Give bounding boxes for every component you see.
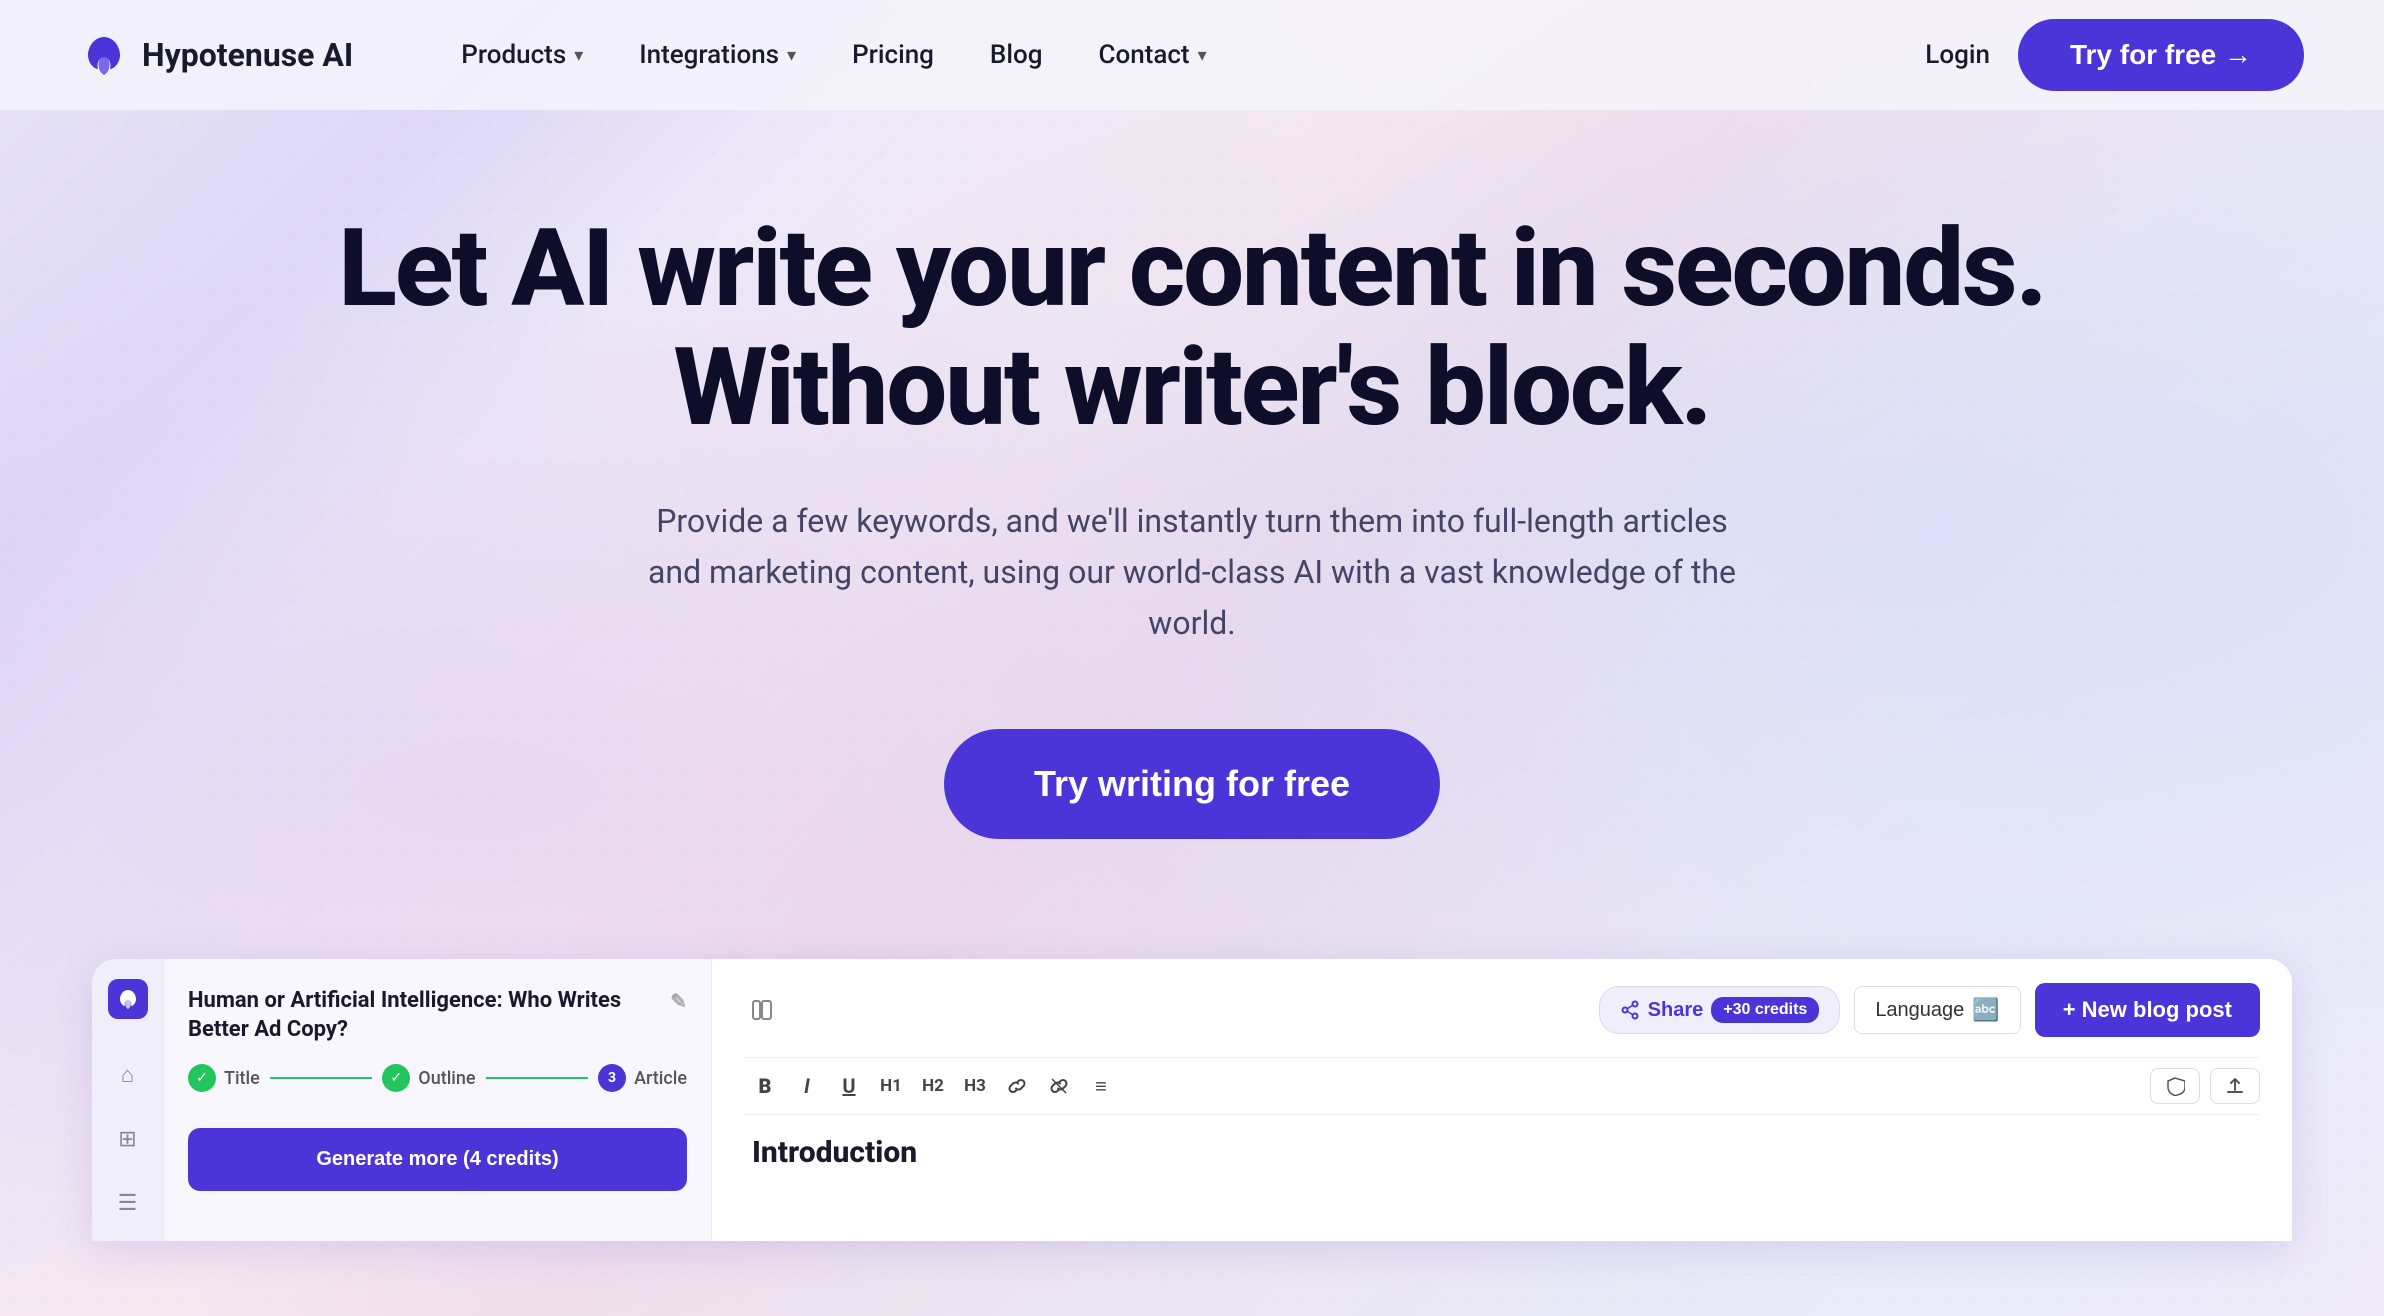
doc-title-area: Human or Artificial Intelligence: Who Wr…: [188, 987, 687, 1044]
nav-item-contact[interactable]: Contact ▾: [1070, 32, 1234, 78]
hero-subtitle: Provide a few keywords, and we'll instan…: [642, 496, 1742, 650]
logo-icon: [80, 31, 128, 79]
sidebar: ⌂ ⊞ ☰: [92, 959, 164, 1241]
h1-button[interactable]: H1: [870, 1068, 912, 1104]
unlink-button[interactable]: [1038, 1068, 1080, 1104]
edit-icon[interactable]: ✎: [670, 989, 687, 1013]
new-blog-post-button[interactable]: + New blog post: [2035, 983, 2260, 1037]
editor-format-bar: B I U H1 H2 H3: [744, 1057, 2260, 1115]
step-article-label: Article: [634, 1068, 687, 1089]
doc-title-text: Human or Artificial Intelligence: Who Wr…: [188, 987, 658, 1044]
generate-more-button[interactable]: Generate more (4 credits): [188, 1128, 687, 1191]
step-number: 3: [598, 1064, 626, 1092]
sidebar-item-layers[interactable]: ⊞: [110, 1121, 146, 1157]
language-icon: 🔤: [1972, 997, 1999, 1023]
nav-links: Products ▾ Integrations ▾ Pricing Blog C…: [433, 32, 1897, 78]
step-outline-label: Outline: [418, 1068, 475, 1089]
logo-link[interactable]: Hypotenuse AI: [80, 31, 353, 79]
chevron-down-icon: ▾: [787, 45, 796, 66]
link-button[interactable]: [996, 1068, 1038, 1104]
login-link[interactable]: Login: [1897, 32, 2018, 78]
sidebar-toggle-button[interactable]: [744, 992, 780, 1028]
document-area: Human or Artificial Intelligence: Who Wr…: [164, 959, 711, 1241]
share-icon: [1620, 1000, 1640, 1020]
step-outline: ✓ Outline: [382, 1064, 475, 1092]
editor-toolbar-left: [744, 992, 780, 1028]
step-line-1: [270, 1077, 373, 1079]
step-title: ✓ Title: [188, 1064, 260, 1092]
step-article: 3 Article: [598, 1064, 687, 1092]
nav-item-products[interactable]: Products ▾: [433, 32, 611, 78]
language-button[interactable]: Language 🔤: [1854, 986, 2020, 1034]
editor-heading: Introduction: [752, 1135, 2252, 1170]
demo-left-panel: ⌂ ⊞ ☰ Human or Artificial Intelligence: …: [92, 959, 712, 1241]
editor-toolbar-top: Share +30 credits Language 🔤 + New blog …: [744, 983, 2260, 1037]
h3-button[interactable]: H3: [954, 1068, 996, 1104]
step-line-2: [486, 1077, 589, 1079]
italic-button[interactable]: I: [786, 1068, 828, 1104]
step-check-icon: ✓: [188, 1064, 216, 1092]
demo-section: ⌂ ⊞ ☰ Human or Artificial Intelligence: …: [0, 899, 2384, 1241]
step-title-label: Title: [224, 1068, 260, 1089]
nav-item-blog[interactable]: Blog: [962, 32, 1071, 78]
list-button[interactable]: ≡: [1080, 1068, 1122, 1104]
hero-title: Let AI write your content in seconds. Wi…: [80, 210, 2304, 448]
h2-button[interactable]: H2: [912, 1068, 954, 1104]
credits-badge: +30 credits: [1711, 997, 1819, 1023]
hero-section: Let AI write your content in seconds. Wi…: [0, 110, 2384, 899]
shield-button[interactable]: [2150, 1068, 2200, 1104]
editor-content: Introduction: [744, 1135, 2260, 1170]
hero-background: Hypotenuse AI Products ▾ Integrations ▾ …: [0, 0, 2384, 1316]
navbar: Hypotenuse AI Products ▾ Integrations ▾ …: [0, 0, 2384, 110]
nav-item-pricing[interactable]: Pricing: [824, 32, 962, 78]
underline-button[interactable]: U: [828, 1068, 870, 1104]
progress-steps: ✓ Title ✓ Outline 3 Article: [188, 1064, 687, 1092]
upload-button[interactable]: [2210, 1068, 2260, 1104]
sidebar-item-home[interactable]: ⌂: [110, 1057, 146, 1093]
sidebar-item-document[interactable]: ☰: [110, 1185, 146, 1221]
sidebar-logo: [108, 979, 148, 1019]
share-button[interactable]: Share +30 credits: [1599, 986, 1841, 1034]
step-check-icon-2: ✓: [382, 1064, 410, 1092]
demo-card: ⌂ ⊞ ☰ Human or Artificial Intelligence: …: [92, 959, 2292, 1241]
hero-try-writing-button[interactable]: Try writing for free: [944, 729, 1440, 839]
chevron-down-icon: ▾: [1198, 45, 1207, 66]
bold-button[interactable]: B: [744, 1068, 786, 1104]
demo-right-panel: Share +30 credits Language 🔤 + New blog …: [712, 959, 2292, 1241]
editor-toolbar-right: Share +30 credits Language 🔤 + New blog …: [1599, 983, 2260, 1037]
format-action-buttons: [2150, 1068, 2260, 1104]
nav-try-free-button[interactable]: Try for free →: [2018, 19, 2304, 91]
chevron-down-icon: ▾: [574, 45, 583, 66]
nav-item-integrations[interactable]: Integrations ▾: [611, 32, 824, 78]
logo-text: Hypotenuse AI: [142, 36, 353, 74]
sidebar-logo-icon: [116, 987, 140, 1011]
